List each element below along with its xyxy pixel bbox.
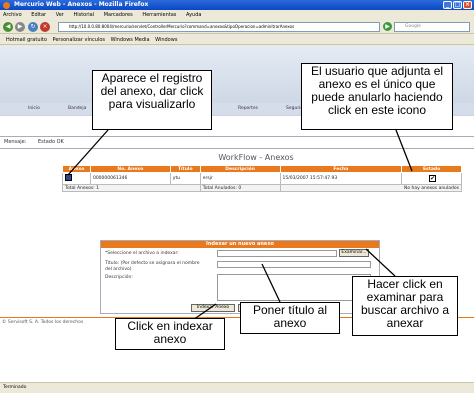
callout-examinar: Hacer click en examinar para buscar arch… (352, 276, 458, 336)
callout-indexar: Click en indexar anexo (115, 318, 225, 350)
arrow-examinar (365, 248, 396, 277)
arrow-registro (67, 129, 109, 176)
callout-titulo: Poner título al anexo (240, 302, 340, 334)
arrow-titulo (261, 263, 281, 303)
arrow-usuario (395, 129, 413, 172)
callout-registro: Aparece el registro del anexo, dar click… (92, 70, 212, 130)
callout-usuario: El usuario que adjunta el anexo es el ún… (301, 63, 453, 130)
